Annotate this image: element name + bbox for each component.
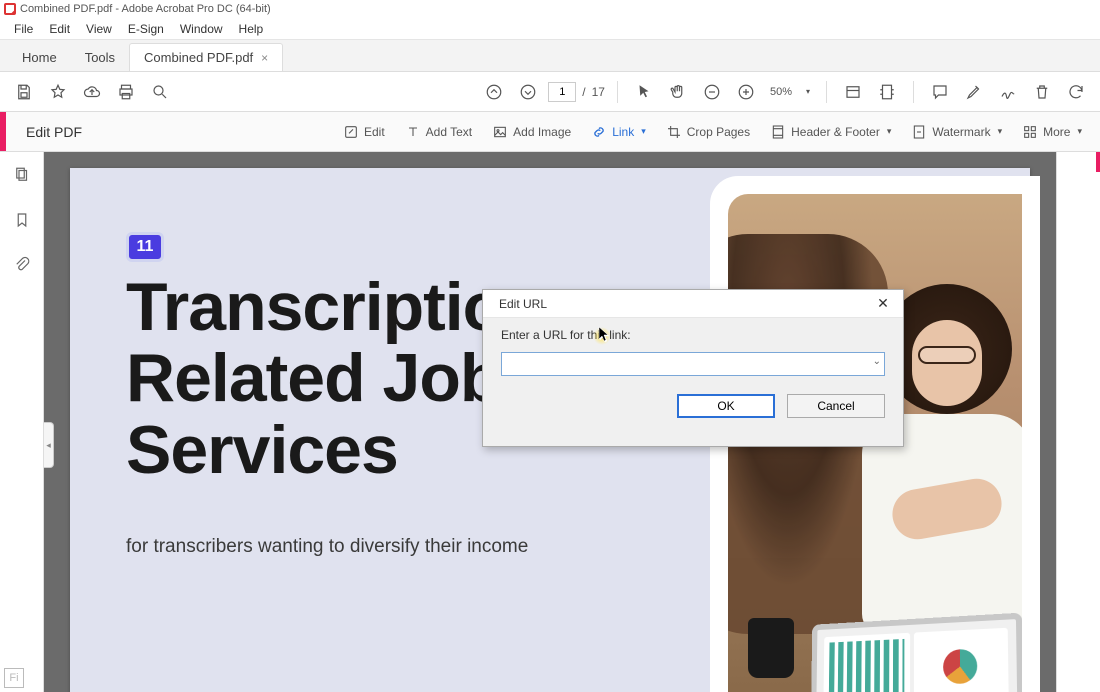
hand-icon[interactable]: [664, 78, 692, 106]
menu-esign[interactable]: E-Sign: [120, 20, 172, 38]
sign-icon[interactable]: [994, 78, 1022, 106]
dialog-title: Edit URL: [499, 297, 547, 311]
edit-button[interactable]: Edit: [335, 120, 393, 144]
toolbar-separator: [826, 81, 827, 103]
menu-view[interactable]: View: [78, 20, 120, 38]
save-icon[interactable]: [10, 78, 38, 106]
page-number-input[interactable]: [548, 82, 576, 102]
editpdf-title: Edit PDF: [6, 124, 102, 140]
toolbar-separator: [913, 81, 914, 103]
collapse-handle-icon[interactable]: ◂: [44, 422, 54, 468]
star-icon[interactable]: [44, 78, 72, 106]
pointer-icon[interactable]: [630, 78, 658, 106]
edit-url-dialog: Edit URL ✕ Enter a URL for this link: ⌄ …: [482, 289, 904, 447]
page-up-icon[interactable]: [480, 78, 508, 106]
tab-home[interactable]: Home: [8, 44, 71, 71]
fit-width-icon[interactable]: [839, 78, 867, 106]
ok-button[interactable]: OK: [677, 394, 775, 418]
window-titlebar: Combined PDF.pdf - Adobe Acrobat Pro DC …: [0, 0, 1100, 18]
right-rail[interactable]: [1056, 152, 1100, 692]
menu-help[interactable]: Help: [231, 20, 272, 38]
tab-tools[interactable]: Tools: [71, 44, 129, 71]
zoom-in-icon[interactable]: [732, 78, 760, 106]
url-dropdown-icon[interactable]: ⌄: [873, 356, 881, 367]
cloud-upload-icon[interactable]: [78, 78, 106, 106]
menu-file[interactable]: File: [6, 20, 41, 38]
attachment-icon[interactable]: [13, 256, 31, 279]
tabbar: Home Tools Combined PDF.pdf ×: [0, 40, 1100, 72]
url-input[interactable]: [501, 352, 885, 376]
right-rail-accent: [1096, 152, 1100, 172]
print-icon[interactable]: [112, 78, 140, 106]
tab-close-icon[interactable]: ×: [261, 51, 268, 65]
menu-window[interactable]: Window: [172, 20, 231, 38]
zoom-caret-icon[interactable]: ▾: [802, 87, 814, 96]
main-toolbar: / 17 50% ▾: [0, 72, 1100, 112]
dialog-close-icon[interactable]: ✕: [871, 294, 895, 314]
watermark-button[interactable]: Watermark▾: [903, 120, 1010, 144]
link-button[interactable]: Link▾: [583, 120, 654, 144]
zoom-out-icon[interactable]: [698, 78, 726, 106]
delete-icon[interactable]: [1028, 78, 1056, 106]
doc-subtitle: for transcribers wanting to diversify th…: [126, 536, 528, 558]
reload-icon[interactable]: [1062, 78, 1090, 106]
dialog-label: Enter a URL for this link:: [501, 328, 885, 342]
page-separator: /: [582, 85, 585, 99]
thumbnails-icon[interactable]: [13, 166, 31, 189]
toolbar-separator: [617, 81, 618, 103]
cursor-icon: [598, 326, 610, 347]
tab-document-label: Combined PDF.pdf: [144, 50, 253, 65]
cancel-button[interactable]: Cancel: [787, 394, 885, 418]
more-button[interactable]: More▾: [1014, 120, 1090, 144]
corner-mark: Fi: [4, 668, 24, 688]
highlight-icon[interactable]: [960, 78, 988, 106]
bookmark-icon[interactable]: [13, 211, 31, 234]
left-rail: [0, 152, 44, 692]
fit-page-icon[interactable]: [873, 78, 901, 106]
page-badge: 11: [126, 232, 164, 262]
menubar: File Edit View E-Sign Window Help: [0, 18, 1100, 40]
window-title: Combined PDF.pdf - Adobe Acrobat Pro DC …: [20, 3, 271, 15]
add-image-button[interactable]: Add Image: [484, 120, 579, 144]
tab-document[interactable]: Combined PDF.pdf ×: [129, 43, 283, 71]
zoom-level[interactable]: 50%: [766, 86, 796, 98]
menu-edit[interactable]: Edit: [41, 20, 78, 38]
editpdf-toolbar: Edit PDF Edit Add Text Add Image Link▾ C…: [0, 112, 1100, 152]
page-down-icon[interactable]: [514, 78, 542, 106]
comment-icon[interactable]: [926, 78, 954, 106]
page-total: 17: [592, 85, 605, 99]
add-text-button[interactable]: Add Text: [397, 120, 480, 144]
crop-button[interactable]: Crop Pages: [658, 120, 758, 144]
search-icon[interactable]: [146, 78, 174, 106]
app-icon: [4, 3, 16, 15]
header-footer-button[interactable]: Header & Footer▾: [762, 120, 899, 144]
